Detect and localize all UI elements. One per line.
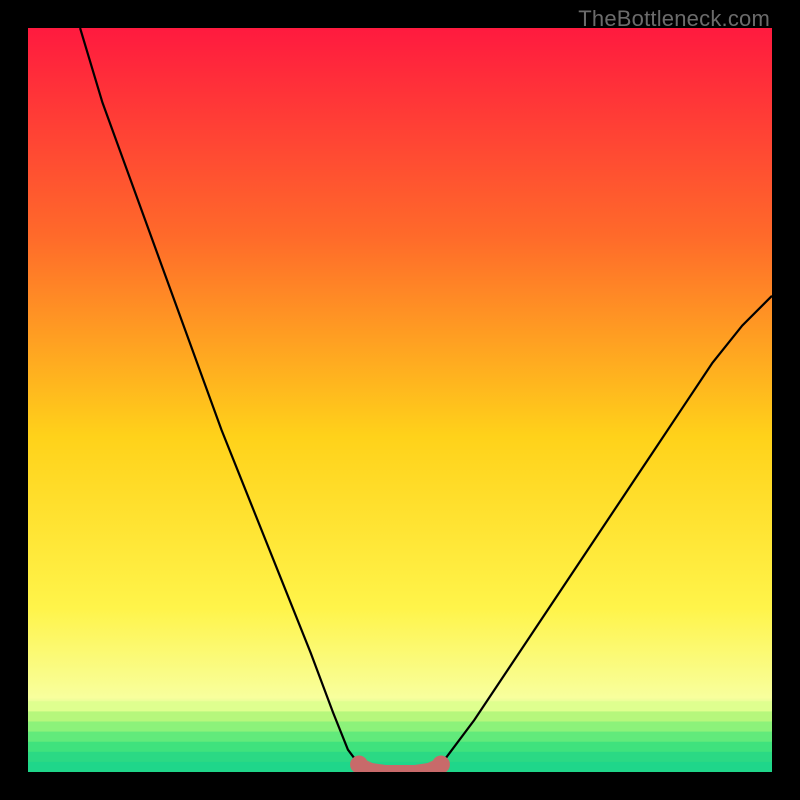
green-band — [28, 711, 772, 722]
chart-frame: TheBottleneck.com — [0, 0, 800, 800]
green-band — [28, 732, 772, 743]
green-band — [28, 701, 772, 712]
green-band — [28, 722, 772, 733]
green-bands — [28, 701, 772, 772]
green-band — [28, 752, 772, 763]
plot-area — [28, 28, 772, 772]
bottleneck-chart — [28, 28, 772, 772]
green-band — [28, 742, 772, 753]
gradient-background — [28, 28, 772, 772]
